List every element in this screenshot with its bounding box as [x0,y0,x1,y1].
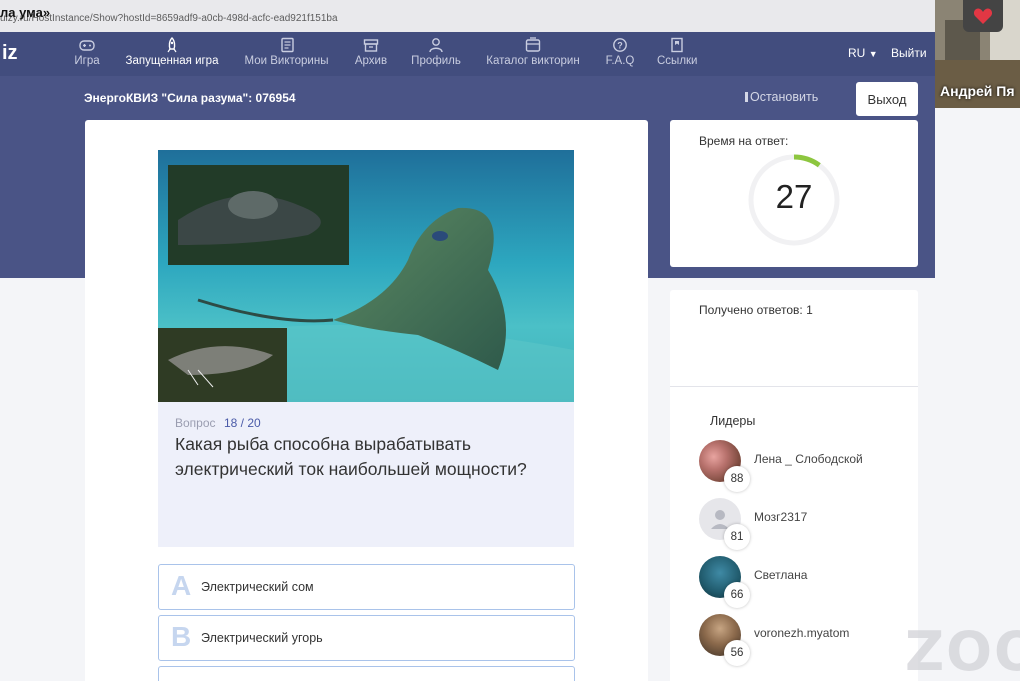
question-box: Вопрос 18 / 20 Какая рыба способна выраб… [158,402,574,547]
leader-name: voronezh.myatom [754,626,850,640]
leader-name: Мозг2317 [754,510,808,524]
zoom-watermark: ZOO [905,620,1020,681]
nav-item-profile[interactable]: Профиль [411,37,461,67]
leaders-title: Лидеры [710,414,756,428]
leader-name: Лена _ Слободской [754,452,863,466]
nav-item-label: Каталог викторин [486,55,580,67]
app-logo[interactable]: iz [2,42,18,65]
question-text: Какая рыба способна вырабатывать электри… [175,434,527,479]
gamepad-icon [79,40,95,51]
divider [670,386,918,387]
question-counter: 18 / 20 [224,416,261,430]
top-nav: iz Игра Запущенная игра Мои Викторины Ар… [0,32,935,76]
stop-button[interactable]: Остановить [745,90,818,104]
nav-item-label: Мои Викторины [244,55,329,67]
quiz-title: ЭнергоКВИЗ "Сила разума": 076954 [84,91,296,105]
nav-item-label: Ссылки [657,55,698,67]
nav-item-label: Архив [354,55,388,67]
archive-icon [363,39,379,52]
leader-score: 66 [724,582,750,608]
language-dropdown[interactable]: RU ▼ [848,46,878,60]
answer-letter: A [171,570,192,601]
nav-item-my-quizzes[interactable]: Мои Викторины [243,37,330,67]
nav-item-label: Игра [74,55,100,67]
leader-row: 81 Мозг2317 [699,498,909,550]
nav-item-faq[interactable]: ? F.A.Q [605,37,635,67]
leader-score: 81 [724,524,750,550]
leader-row: 88 Лена _ Слободской [699,440,909,492]
help-icon: ? [613,38,627,52]
logout-link[interactable]: Выйти [891,46,927,60]
question-image [158,150,574,402]
leader-row: 66 Светлана [699,556,909,608]
stats-card: Получено ответов: 1 Лидеры 88 Лена _ Сло… [670,290,918,681]
browser-titlebar: uizy.ru/HostInstance/Show?hostId=8659adf… [0,0,935,32]
nav-item-links[interactable]: Ссылки [657,37,698,67]
nav-item-game[interactable]: Игра [72,37,102,67]
window-title: ла ума» [0,5,51,20]
answer-option-b[interactable]: B Электрический угорь [158,615,575,661]
answer-option-c[interactable] [158,666,575,681]
pause-icon [745,92,748,102]
leader-name: Светлана [754,568,808,582]
nav-item-label: Запущенная игра [125,55,219,67]
exit-button[interactable]: Выход [856,82,918,116]
svg-text:?: ? [617,41,623,51]
nav-item-running-game[interactable]: Запущенная игра [124,37,220,67]
fish-illustration [158,165,574,402]
answer-text: Электрический угорь [201,631,323,645]
nav-item-label: F.A.Q [605,55,635,67]
answer-option-a[interactable]: A Электрический сом [158,564,575,610]
caret-down-icon: ▼ [868,49,878,59]
rocket-icon [167,37,177,53]
nav-item-label: Профиль [411,55,461,67]
leader-score: 88 [724,466,750,492]
leader-row: 56 voronezh.myatom [699,614,909,666]
language-label: RU [848,46,866,60]
timer-card: Время на ответ: 27 [670,120,918,267]
nav-item-catalog[interactable]: Каталог викторин [485,37,581,67]
leader-score: 56 [724,640,750,666]
answer-text: Электрический сом [201,580,314,594]
question-counter-label: Вопрос [175,416,216,430]
user-icon [429,38,443,53]
participant-name: Андрей Пя [940,83,1015,99]
answers-received: Получено ответов: 1 [699,303,813,317]
timer-value: 27 [775,178,813,215]
timer-label: Время на ответ: [699,134,789,148]
url-text[interactable]: uizy.ru/HostInstance/Show?hostId=8659adf… [0,13,338,24]
catalog-icon [525,37,541,52]
bookmark-icon [671,37,683,53]
stop-label: Остановить [750,90,819,104]
nav-item-archive[interactable]: Архив [354,37,388,67]
reaction-button[interactable] [963,0,1003,32]
answer-letter: B [171,621,192,652]
document-icon [280,37,294,53]
heart-icon [973,8,993,24]
